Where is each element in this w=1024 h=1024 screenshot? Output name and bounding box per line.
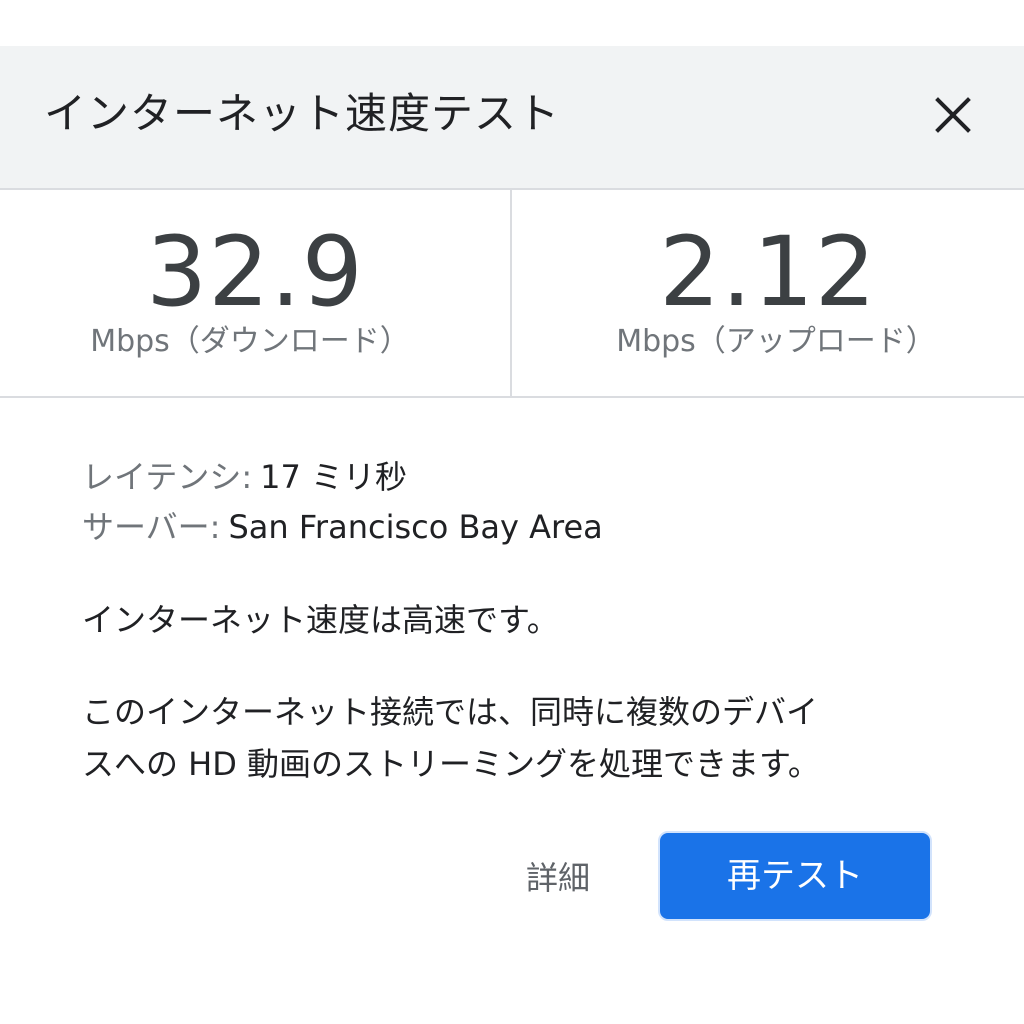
download-speed-value: 32.9 [146,216,364,328]
speed-summary: インターネット速度は高速です。 [82,601,559,639]
download-speed-unit: Mbps（ダウンロード） [90,324,410,359]
close-button[interactable] [922,84,984,146]
connection-details: レイテンシ: 17 ミリ秒 サーバー: San Francisco Bay Area [82,452,942,552]
latency-label: レイテンシ: [82,458,253,496]
retest-button[interactable]: 再テスト [658,831,932,921]
latency-value: 17 ミリ秒 [260,458,408,496]
top-gap [0,0,1024,46]
latency-row: レイテンシ: 17 ミリ秒 [82,452,942,502]
download-result: 32.9 Mbps（ダウンロード） [0,190,512,396]
dialog-title: インターネット速度テスト [44,89,561,138]
server-value: San Francisco Bay Area [228,508,603,546]
dialog-header: インターネット速度テスト [0,46,1024,190]
server-label: サーバー: [82,508,221,546]
speed-test-dialog: インターネット速度テスト 32.9 Mbps（ダウンロード） 2.12 Mbps… [0,0,1024,1024]
upload-result: 2.12 Mbps（アップロード） [512,190,1024,396]
description-line: スへの HD 動画のストリーミングを処理できます。 [82,745,820,783]
speed-description: このインターネット接続では、同時に複数のデバイ スへの HD 動画のストリーミン… [82,686,942,790]
description-line: このインターネット接続では、同時に複数のデバイ [82,693,819,731]
close-icon [935,97,971,133]
server-row: サーバー: San Francisco Bay Area [82,502,942,552]
upload-speed-unit: Mbps（アップロード） [616,324,936,359]
speed-results: 32.9 Mbps（ダウンロード） 2.12 Mbps（アップロード） [0,190,1024,398]
upload-speed-value: 2.12 [659,216,877,328]
details-button[interactable]: 詳細 [506,846,610,910]
